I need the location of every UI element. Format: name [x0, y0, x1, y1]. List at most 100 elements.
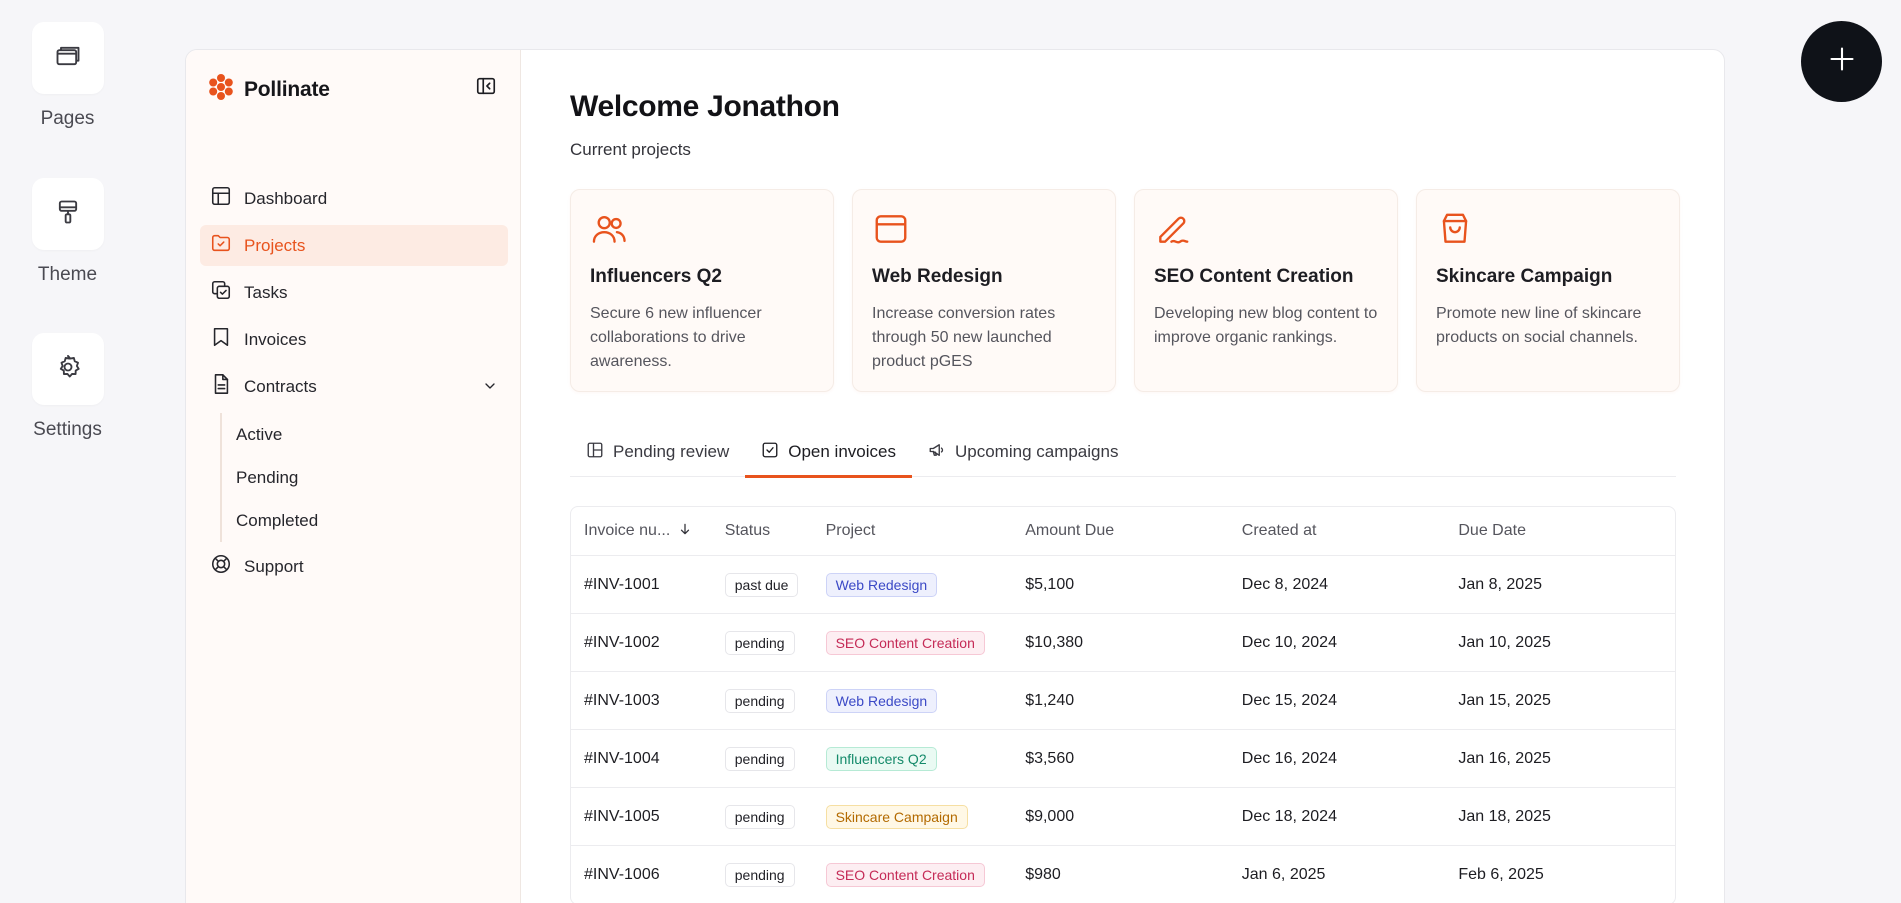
- created-date: Dec 8, 2024: [1241, 575, 1329, 593]
- column-header-invoice[interactable]: Invoice nu...: [571, 522, 717, 541]
- sidebar-item-dashboard[interactable]: Dashboard: [200, 178, 508, 219]
- sidebar-item-tasks[interactable]: Tasks: [200, 272, 508, 313]
- status-badge: pending: [724, 630, 795, 655]
- project-card-description: Developing new blog content to improve o…: [1154, 305, 1378, 346]
- tasks-icon: [210, 279, 232, 306]
- created-date: Dec 18, 2024: [1241, 807, 1337, 825]
- invoice-number: #INV-1006: [584, 865, 660, 883]
- lifebuoy-icon: [210, 553, 232, 580]
- sidebar-item-projects[interactable]: Projects: [200, 225, 508, 266]
- tab-pending-review[interactable]: Pending review: [570, 427, 745, 477]
- rail-button-pages[interactable]: [31, 22, 104, 94]
- bookmark-icon: [210, 326, 232, 353]
- table-row[interactable]: #INV-1004 pending Influencers Q2 $3,560 …: [571, 730, 1675, 788]
- collapse-sidebar-button[interactable]: [474, 76, 498, 100]
- table-row[interactable]: #INV-1003 pending Web Redesign $1,240 De…: [571, 672, 1675, 730]
- sidebar-item-label: Contracts: [244, 376, 317, 396]
- rail-item-theme[interactable]: Theme: [0, 178, 135, 286]
- tab-label: Open invoices: [788, 442, 896, 461]
- sidebar-collapse-icon: [475, 75, 497, 102]
- table-header: Invoice nu... Status Project Amount Due …: [571, 507, 1675, 556]
- created-date: Jan 6, 2025: [1241, 865, 1326, 883]
- add-button[interactable]: [1801, 21, 1882, 102]
- created-date: Dec 15, 2024: [1241, 691, 1337, 709]
- rail-item-settings[interactable]: Settings: [0, 333, 135, 441]
- rail-button-settings[interactable]: [31, 333, 104, 405]
- project-tag: Web Redesign: [825, 688, 938, 713]
- megaphone-icon: [928, 441, 946, 464]
- column-header-amount[interactable]: Amount Due: [1025, 522, 1242, 540]
- sidebar-item-invoices[interactable]: Invoices: [200, 319, 508, 360]
- layout-icon: [210, 185, 232, 212]
- column-header-project[interactable]: Project: [826, 522, 1026, 540]
- document-icon: [210, 373, 232, 400]
- status-badge: pending: [724, 688, 795, 713]
- project-card-skincare[interactable]: Skincare Campaign Promote new line of sk…: [1416, 189, 1680, 392]
- folder-check-icon: [210, 232, 232, 259]
- status-badge: pending: [724, 862, 795, 887]
- shopping-bag-icon: [1436, 210, 1660, 248]
- brand[interactable]: Pollinate: [206, 72, 330, 107]
- page-subtitle: Current projects: [570, 140, 691, 159]
- tab-upcoming-campaigns[interactable]: Upcoming campaigns: [912, 427, 1134, 477]
- table-row[interactable]: #INV-1005 pending Skincare Campaign $9,0…: [571, 788, 1675, 846]
- plus-icon: [1828, 45, 1856, 78]
- rail-button-theme[interactable]: [31, 178, 104, 250]
- tab-label: Pending review: [613, 442, 730, 461]
- project-cards: Influencers Q2 Secure 6 new influencer c…: [570, 189, 1680, 392]
- amount-due: $5,100: [1025, 575, 1075, 593]
- invoice-number: #INV-1004: [584, 749, 660, 767]
- app-window: Pollinate Dashboard Projects Tasks Invoi…: [185, 49, 1725, 903]
- tab-label: Upcoming campaigns: [954, 442, 1119, 461]
- sidebar: Pollinate Dashboard Projects Tasks Invoi…: [186, 50, 521, 903]
- sidebar-item-label: Tasks: [244, 282, 288, 302]
- sidebar-item-label: Invoices: [244, 329, 307, 349]
- status-badge: pending: [724, 746, 795, 771]
- status-badge: past due: [724, 572, 799, 597]
- created-date: Dec 16, 2024: [1241, 749, 1337, 767]
- amount-due: $1,240: [1025, 691, 1075, 709]
- sidebar-item-label: Projects: [244, 235, 306, 255]
- table-row[interactable]: #INV-1006 pending SEO Content Creation $…: [571, 846, 1675, 903]
- layout-icon: [586, 441, 604, 464]
- project-card-title: SEO Content Creation: [1154, 266, 1354, 287]
- column-header-status[interactable]: Status: [717, 522, 826, 540]
- column-header-due[interactable]: Due Date: [1458, 522, 1675, 540]
- due-date: Jan 8, 2025: [1458, 575, 1542, 593]
- invoice-number: #INV-1005: [584, 807, 660, 825]
- main-content: Welcome Jonathon Current projects Influe…: [570, 50, 1680, 903]
- table-row[interactable]: #INV-1001 past due Web Redesign $5,100 D…: [571, 556, 1675, 614]
- column-header-created[interactable]: Created at: [1242, 522, 1459, 540]
- project-card-influencers[interactable]: Influencers Q2 Secure 6 new influencer c…: [570, 189, 834, 392]
- project-card-seo[interactable]: SEO Content Creation Developing new blog…: [1134, 189, 1398, 392]
- table-row[interactable]: #INV-1002 pending SEO Content Creation $…: [571, 614, 1675, 672]
- amount-due: $9,000: [1025, 807, 1075, 825]
- tab-open-invoices[interactable]: Open invoices: [745, 427, 912, 478]
- invoice-number: #INV-1001: [584, 575, 660, 593]
- project-card-description: Promote new line of skincare products on…: [1436, 305, 1642, 346]
- due-date: Jan 18, 2025: [1458, 807, 1551, 825]
- subnav-item-pending[interactable]: Pending: [236, 456, 508, 499]
- pen-icon: [1154, 210, 1378, 248]
- project-card-title: Skincare Campaign: [1436, 266, 1613, 287]
- amount-due: $3,560: [1025, 749, 1075, 767]
- chevron-down-icon[interactable]: [482, 378, 498, 399]
- invoice-number: #INV-1002: [584, 633, 660, 651]
- sidebar-item-contracts[interactable]: Contracts: [200, 366, 508, 407]
- pollinate-logo-icon: [206, 72, 236, 107]
- subnav-item-active[interactable]: Active: [236, 413, 508, 456]
- project-card-web-redesign[interactable]: Web Redesign Increase conversion rates t…: [852, 189, 1116, 392]
- paint-roller-icon: [54, 198, 82, 231]
- invoice-number: #INV-1003: [584, 691, 660, 709]
- project-card-description: Secure 6 new influencer collaborations t…: [590, 305, 762, 370]
- sidebar-item-support[interactable]: Support: [200, 546, 508, 587]
- arrow-down-icon[interactable]: [678, 522, 692, 541]
- checkbox-icon: [761, 441, 779, 464]
- rail-item-pages[interactable]: Pages: [0, 22, 135, 130]
- subnav-item-completed[interactable]: Completed: [236, 499, 508, 542]
- rail-label-pages: Pages: [40, 108, 95, 129]
- project-tag: Skincare Campaign: [825, 804, 968, 829]
- tab-bar: Pending review Open invoices Upcoming ca…: [570, 427, 1676, 478]
- brand-name: Pollinate: [244, 77, 330, 101]
- project-card-title: Influencers Q2: [590, 266, 722, 287]
